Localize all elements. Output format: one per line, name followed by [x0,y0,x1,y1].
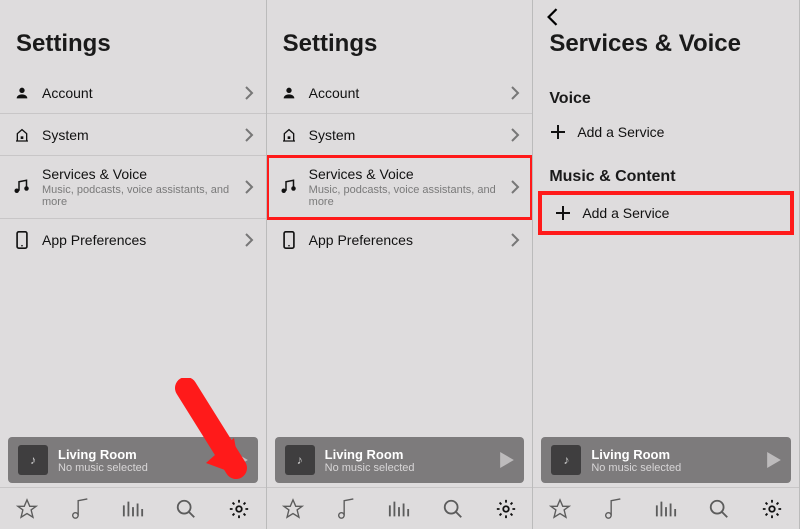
settings-list: Account System Services & Voice Music, po… [267,72,533,255]
play-icon[interactable] [234,452,248,468]
play-icon[interactable] [767,452,781,468]
plus-icon [554,206,572,220]
chevron-right-icon [244,128,254,142]
system-icon [12,127,32,143]
tab-bar [267,487,533,529]
chevron-right-icon [244,233,254,247]
tab-rooms[interactable] [113,499,153,519]
header: Settings [267,0,533,72]
now-playing-status: No music selected [325,462,501,474]
now-playing-room: Living Room [58,447,234,462]
chevron-right-icon [510,233,520,247]
tab-favorites[interactable] [273,498,313,520]
account-icon [12,85,32,101]
section-header-voice: Voice [533,72,799,114]
account-icon [279,85,299,101]
now-playing-room: Living Room [591,447,767,462]
row-app-preferences[interactable]: App Preferences [267,219,533,255]
now-playing-status: No music selected [58,462,234,474]
album-art-icon: ♪ [285,445,315,475]
header: Services & Voice [533,0,799,72]
settings-list: Account System Services & Voice Music, po… [0,72,266,255]
back-button[interactable] [545,8,559,26]
row-account[interactable]: Account [0,72,266,114]
row-sublabel: Music, podcasts, voice assistants, and m… [42,184,244,208]
row-services-voice[interactable]: Services & Voice Music, podcasts, voice a… [0,156,266,219]
row-system[interactable]: System [267,114,533,156]
chevron-right-icon [510,86,520,100]
tab-settings[interactable] [486,498,526,520]
add-service-voice[interactable]: Add a Service [533,114,799,150]
tab-search[interactable] [699,498,739,520]
tab-music[interactable] [326,498,366,520]
row-label: App Preferences [309,232,511,248]
page-title: Services & Voice [549,30,783,58]
chevron-right-icon [510,128,520,142]
add-service-label: Add a Service [577,124,664,140]
now-playing-bar[interactable]: ♪ Living Room No music selected [275,437,525,483]
tab-search[interactable] [166,498,206,520]
system-icon [279,127,299,143]
row-label: System [309,127,511,143]
play-icon[interactable] [500,452,514,468]
page-title: Settings [16,30,250,58]
add-service-music[interactable]: Add a Service [539,192,793,234]
row-account[interactable]: Account [267,72,533,114]
tab-settings[interactable] [219,498,259,520]
tab-favorites[interactable] [540,498,580,520]
row-label: Services & Voice [42,166,244,182]
now-playing-room: Living Room [325,447,501,462]
tab-rooms[interactable] [646,499,686,519]
tab-bar [0,487,266,529]
add-service-label: Add a Service [582,205,669,221]
plus-icon [549,125,567,139]
services-list: Voice Add a Service Music & Content Add … [533,72,799,255]
now-playing-bar[interactable]: ♪ Living Room No music selected [541,437,791,483]
row-label: Account [42,85,244,101]
tab-settings[interactable] [752,498,792,520]
app-icon [279,231,299,249]
chevron-right-icon [510,180,520,194]
screen-settings-1: Settings Account System Services & Voice… [0,0,267,529]
row-system[interactable]: System [0,114,266,156]
page-title: Settings [283,30,517,58]
chevron-right-icon [244,180,254,194]
tab-favorites[interactable] [7,498,47,520]
album-art-icon: ♪ [18,445,48,475]
row-app-preferences[interactable]: App Preferences [0,219,266,255]
screen-services-voice: Services & Voice Voice Add a Service Mus… [533,0,800,529]
now-playing-bar[interactable]: ♪ Living Room No music selected [8,437,258,483]
now-playing-status: No music selected [591,462,767,474]
tab-search[interactable] [433,498,473,520]
services-icon [279,179,299,195]
tab-bar [533,487,799,529]
section-header-music: Music & Content [533,150,799,192]
row-label: Account [309,85,511,101]
tab-music[interactable] [593,498,633,520]
row-label: Services & Voice [309,166,511,182]
services-icon [12,179,32,195]
row-label: App Preferences [42,232,244,248]
header: Settings [0,0,266,72]
tab-music[interactable] [60,498,100,520]
row-services-voice[interactable]: Services & Voice Music, podcasts, voice a… [267,156,533,219]
tab-rooms[interactable] [379,499,419,519]
chevron-right-icon [244,86,254,100]
row-sublabel: Music, podcasts, voice assistants, and m… [309,184,511,208]
album-art-icon: ♪ [551,445,581,475]
screen-settings-2: Settings Account System Services & Voice… [267,0,534,529]
app-icon [12,231,32,249]
row-label: System [42,127,244,143]
